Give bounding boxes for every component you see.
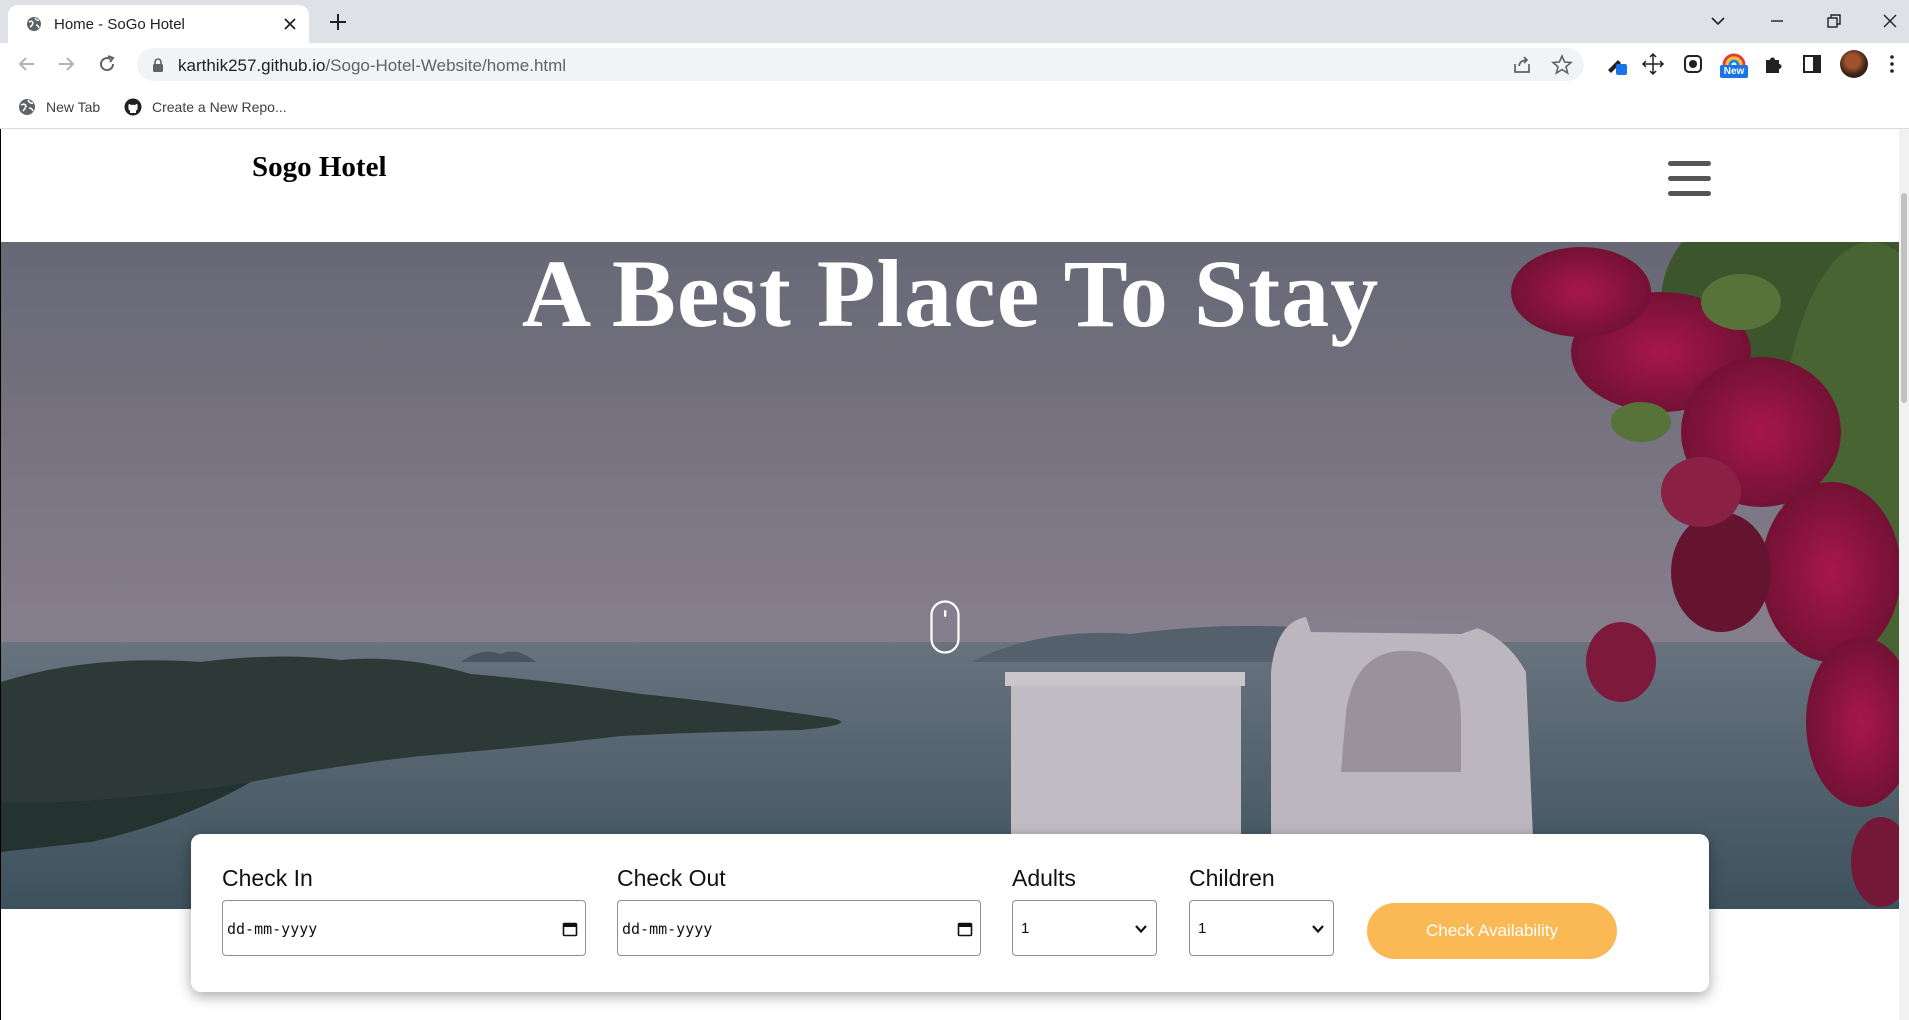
booking-form: Check In dd-mm-yyyy Check Out dd-mm-yyyy… <box>191 834 1709 992</box>
tab-home[interactable]: Home - SoGo Hotel <box>8 5 309 43</box>
check-out-date-input[interactable]: dd-mm-yyyy <box>617 900 981 956</box>
adults-label: Adults <box>1012 865 1076 891</box>
check-in-label: Check In <box>222 865 313 891</box>
hamburger-line <box>1668 191 1711 196</box>
url-host: karthik257.github.io <box>178 56 326 75</box>
bookmark-star-icon[interactable] <box>1551 54 1573 76</box>
children-label: Children <box>1189 865 1275 891</box>
github-icon <box>124 98 142 116</box>
globe-icon <box>27 17 41 31</box>
lock-icon[interactable] <box>151 57 165 73</box>
tab-search-icon[interactable] <box>1706 9 1730 33</box>
hamburger-line <box>1668 176 1711 181</box>
page-scrollbar[interactable] <box>1899 129 1909 1020</box>
restore-icon[interactable] <box>1822 9 1846 33</box>
check-in-date-input[interactable]: dd-mm-yyyy <box>222 900 586 956</box>
move-extension-icon[interactable] <box>1641 52 1665 76</box>
bookmark-create-repo[interactable]: Create a New Repo... <box>124 96 287 118</box>
globe-icon <box>19 99 35 115</box>
url-path: /Sogo-Hotel-Website/home.html <box>325 56 567 75</box>
browser-toolbar: karthik257.github.io/Sogo-Hotel-Website/… <box>0 43 1909 86</box>
hamburger-line <box>1668 161 1711 166</box>
adults-selected-value: 1 <box>1021 920 1030 937</box>
side-panel-icon[interactable] <box>1800 52 1824 76</box>
hero-title: A Best Place To Stay <box>521 242 1380 347</box>
extensions-puzzle-icon[interactable] <box>1761 52 1785 76</box>
bookmark-label: New Tab <box>46 99 101 115</box>
new-badge: New <box>1720 65 1748 78</box>
page-viewport: Sogo Hotel A Best Place To Stay Check In… <box>0 129 1900 1020</box>
menu-kebab-icon[interactable] <box>1880 52 1904 76</box>
address-bar[interactable]: karthik257.github.io/Sogo-Hotel-Website/… <box>137 48 1584 81</box>
chevron-down-icon <box>1135 925 1147 934</box>
reload-icon[interactable] <box>95 52 119 76</box>
hero-section: A Best Place To Stay <box>1 242 1900 909</box>
site-header: Sogo Hotel <box>1 129 1900 242</box>
close-tab-icon[interactable] <box>280 14 300 34</box>
bookmark-new-tab[interactable]: New Tab <box>18 96 100 118</box>
new-tab-icon[interactable] <box>327 11 349 33</box>
check-out-label: Check Out <box>617 865 726 891</box>
adults-select[interactable]: 1 <box>1012 900 1157 956</box>
new-extension-icon[interactable]: New <box>1719 47 1749 78</box>
scrollbar-thumb[interactable] <box>1901 193 1907 403</box>
pen-extension-icon[interactable] <box>1604 52 1628 76</box>
bookmark-label: Create a New Repo... <box>152 99 287 115</box>
rainbow-icon <box>1722 53 1746 66</box>
date-placeholder: dd-mm-yyyy <box>622 920 713 938</box>
profile-avatar[interactable] <box>1840 50 1868 78</box>
share-icon[interactable] <box>1511 54 1533 76</box>
calendar-icon[interactable] <box>957 921 973 937</box>
tab-strip: Home - SoGo Hotel <box>0 0 1909 43</box>
calendar-icon[interactable] <box>562 921 578 937</box>
forward-icon[interactable] <box>54 52 78 76</box>
url-text[interactable]: karthik257.github.io/Sogo-Hotel-Website/… <box>178 56 566 76</box>
back-icon[interactable] <box>15 52 39 76</box>
tab-title: Home - SoGo Hotel <box>54 16 185 33</box>
hamburger-menu-button[interactable] <box>1668 161 1711 197</box>
close-window-icon[interactable] <box>1878 9 1902 33</box>
record-extension-icon[interactable] <box>1681 52 1705 76</box>
site-logo[interactable]: Sogo Hotel <box>252 151 387 184</box>
children-selected-value: 1 <box>1198 920 1207 937</box>
minimize-icon[interactable] <box>1765 9 1789 33</box>
bookmarks-bar: New Tab Create a New Repo... <box>0 86 1909 129</box>
check-availability-button[interactable]: Check Availability <box>1367 903 1617 959</box>
date-placeholder: dd-mm-yyyy <box>227 920 318 938</box>
scroll-mouse-icon[interactable] <box>930 600 960 654</box>
children-select[interactable]: 1 <box>1189 900 1334 956</box>
chevron-down-icon <box>1312 925 1324 934</box>
